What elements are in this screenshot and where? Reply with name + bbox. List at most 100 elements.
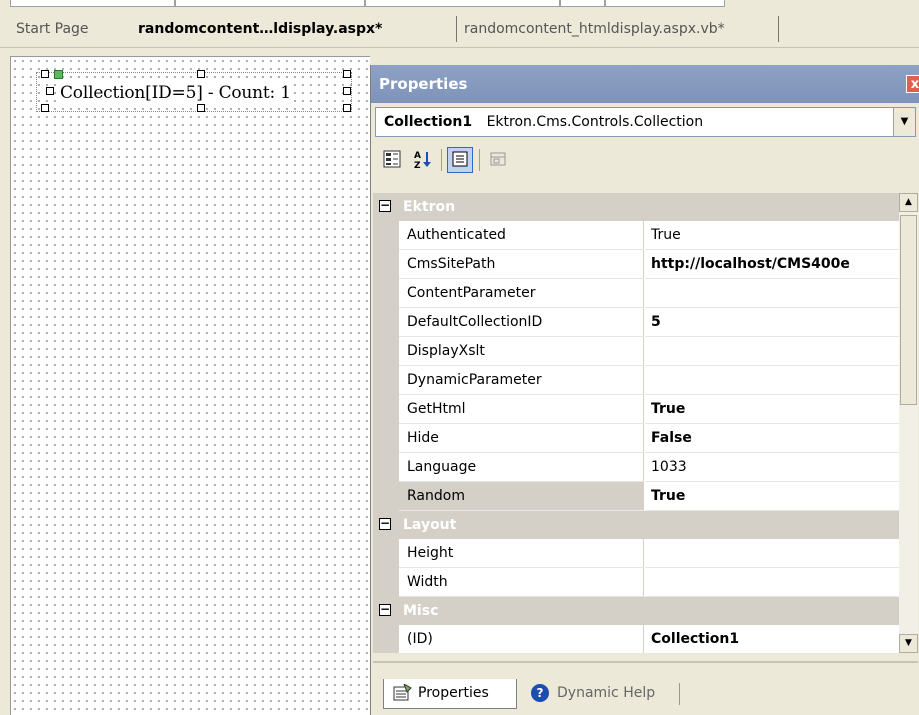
row-gutter [373,568,399,597]
collapse-icon[interactable]: − [379,517,391,530]
top-strip-segment [605,0,725,7]
tab-randomcontent-display[interactable]: randomcontent…ldisplay.aspx* [138,16,382,42]
row-gutter [373,625,399,653]
row-gutter [373,539,399,568]
row-gutter [373,250,399,279]
object-selector[interactable]: Collection1 Ektron.Cms.Controls.Collecti… [375,107,916,137]
close-button[interactable]: x [906,75,919,93]
property-value[interactable]: 1033 [645,453,899,482]
property-name: Random [399,482,644,511]
properties-title: Properties [379,75,468,93]
collapse-icon[interactable]: − [379,603,391,616]
properties-title-bar[interactable]: Properties x [371,65,919,103]
properties-toolbar: AZ [375,144,916,180]
help-icon: ? [531,684,549,702]
tab-dynamic-help-label: Dynamic Help [557,685,656,701]
property-row[interactable]: DefaultCollectionID 5 [373,308,899,337]
row-gutter [373,337,399,366]
property-name: CmsSitePath [399,250,644,279]
control-label: Collection[ID=5] - Count: 1 [60,83,291,103]
property-value[interactable]: 5 [645,308,899,337]
property-row[interactable]: Language 1033 [373,453,899,482]
toolbar-separator [441,149,442,171]
category-ektron[interactable]: − Ektron [373,193,899,221]
toolbar-separator [479,149,480,171]
property-name: DynamicParameter [399,366,644,395]
category-misc[interactable]: − Misc [373,597,899,625]
property-name: Language [399,453,644,482]
resize-handle[interactable] [343,87,351,95]
row-gutter [373,279,399,308]
chevron-down-icon[interactable]: ▼ [893,108,915,136]
design-surface[interactable] [10,56,370,715]
property-pages-icon[interactable] [485,147,511,173]
property-value[interactable] [645,337,899,366]
resize-handle[interactable] [197,104,205,112]
property-row[interactable]: DynamicParameter [373,366,899,395]
resize-handle[interactable] [46,87,54,95]
property-row[interactable]: Random True [373,482,899,511]
property-value[interactable] [645,568,899,597]
scroll-up-icon[interactable]: ▲ [899,193,918,212]
tab-randomcontent-vb[interactable]: randomcontent_htmldisplay.aspx.vb* [464,16,725,42]
top-strip-segment [10,0,175,7]
property-name: Height [399,539,644,568]
property-row[interactable]: (ID) Collection1 [373,625,899,653]
top-strip-segment [175,0,365,7]
tab-properties-label: Properties [418,685,489,701]
resize-handle[interactable] [197,70,205,78]
property-grid: − Ektron Authenticated True CmsSitePath http:… [373,193,899,653]
row-gutter [373,424,399,453]
resize-handle[interactable] [41,104,49,112]
row-gutter [373,395,399,424]
scroll-thumb[interactable] [900,215,917,405]
property-row[interactable]: Height [373,539,899,568]
row-gutter [373,308,399,337]
property-row[interactable]: ContentParameter [373,279,899,308]
bottom-tab-bar: Properties ? Dynamic Help [371,669,919,715]
top-strip [0,0,919,8]
property-value[interactable]: True [645,221,899,250]
tab-separator [778,16,779,42]
resize-handle[interactable] [41,70,49,78]
object-type: Ektron.Cms.Controls.Collection [486,114,704,130]
property-row[interactable]: GetHtml True [373,395,899,424]
property-row[interactable]: Authenticated True [373,221,899,250]
properties-view-icon[interactable] [447,147,473,173]
category-name: Layout [403,517,457,533]
tab-dynamic-help[interactable]: ? Dynamic Help [523,679,673,709]
property-value[interactable]: http://localhost/CMS400e [645,250,899,279]
property-value[interactable] [645,539,899,568]
categorized-icon[interactable] [379,147,405,173]
property-name: Hide [399,424,644,453]
document-tab-bar: Start Page randomcontent…ldisplay.aspx* … [0,8,919,48]
divider [373,661,918,663]
property-value[interactable]: Collection1 [645,625,899,653]
category-layout[interactable]: − Layout [373,511,899,539]
property-value[interactable] [645,366,899,395]
property-value[interactable]: True [645,395,899,424]
property-row[interactable]: CmsSitePath http://localhost/CMS400e [373,250,899,279]
row-gutter [373,221,399,250]
tab-properties[interactable]: Properties [383,679,517,709]
collapse-icon[interactable]: − [379,199,391,212]
property-row[interactable]: Hide False [373,424,899,453]
tab-separator [679,683,680,705]
top-strip-segment [560,0,605,7]
top-strip-segment [365,0,560,7]
resize-handle[interactable] [343,70,351,78]
property-value[interactable]: False [645,424,899,453]
smart-tag-icon[interactable] [54,70,63,79]
property-row[interactable]: Width [373,568,899,597]
property-row[interactable]: DisplayXslt [373,337,899,366]
property-value[interactable]: True [645,482,899,511]
tab-start-page[interactable]: Start Page [16,16,89,42]
resize-handle[interactable] [343,104,351,112]
property-value[interactable] [645,279,899,308]
row-gutter [373,482,399,511]
scroll-down-icon[interactable]: ▼ [899,634,918,653]
tab-separator [456,16,457,42]
category-name: Ektron [403,199,456,215]
property-grid-scrollbar[interactable]: ▲ ▼ [899,193,918,653]
sort-alphabetical-icon[interactable]: AZ [409,147,435,173]
